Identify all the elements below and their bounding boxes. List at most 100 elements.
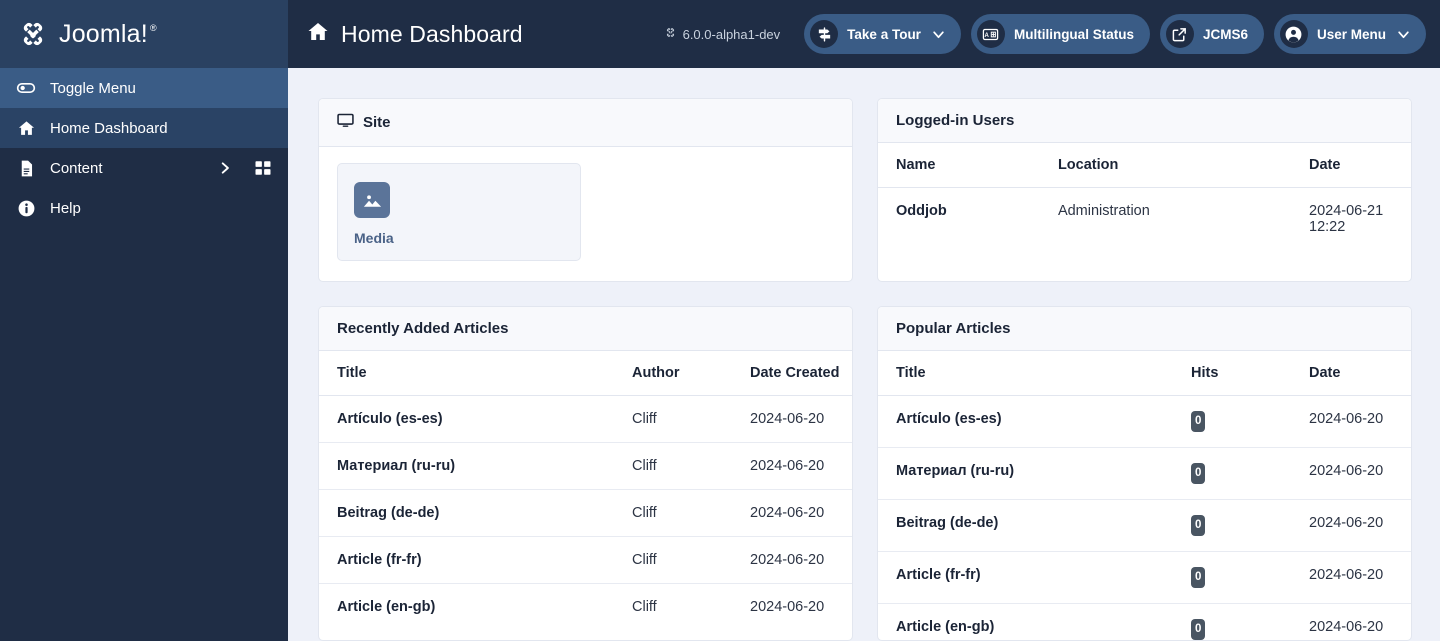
version-indicator: 6.0.0-alpha1-dev (664, 26, 781, 42)
article-author-cell: Cliff (632, 599, 657, 615)
article-title-cell: Beitrag (de-de) (878, 499, 1173, 552)
article-date-cell: 2024-06-20 (1291, 447, 1411, 500)
logged-in-users-title: Logged-in Users (896, 112, 1015, 129)
sidebar-item-label: Help (50, 199, 81, 217)
chevron-down-icon (1397, 28, 1410, 41)
table-row[interactable]: Материал (ru-ru) Cliff 2024-06-20 (319, 442, 852, 490)
sidebar-item-label: Toggle Menu (50, 79, 136, 97)
media-tile[interactable]: Media (337, 163, 581, 261)
article-title-cell: Artículo (es-es) (878, 395, 1173, 448)
info-circle-icon (16, 198, 36, 218)
table-header-row: Title Hits Date (878, 351, 1411, 396)
article-title-cell: Article (fr-fr) (319, 536, 614, 584)
user-circle-icon (1279, 20, 1308, 48)
user-menu-label: User Menu (1316, 26, 1386, 42)
hits-badge: 0 (1191, 463, 1206, 484)
version-text: 6.0.0-alpha1-dev (682, 26, 781, 42)
media-tile-label: Media (354, 230, 394, 246)
table-row[interactable]: Artículo (es-es) Cliff 2024-06-20 (319, 395, 852, 443)
top-header: Home Dashboard 6.0.0-alpha1-dev Take a T… (288, 0, 1440, 68)
article-hits-cell: 0 (1173, 604, 1291, 640)
column-header-name: Name (878, 143, 1040, 188)
main-region: Home Dashboard 6.0.0-alpha1-dev Take a T… (288, 0, 1440, 641)
column-header-hits: Hits (1173, 351, 1291, 396)
chevron-right-icon[interactable] (218, 161, 232, 175)
table-header-row: Title Author Date Created (319, 351, 852, 396)
grid-icon[interactable] (254, 159, 272, 177)
multilingual-status-label: Multilingual Status (1013, 26, 1134, 42)
hits-badge: 0 (1191, 567, 1206, 588)
table-header-row: Name Location Date (878, 143, 1411, 188)
sidebar-item-toggle-menu[interactable]: Toggle Menu (0, 68, 288, 108)
column-header-author: Author (614, 351, 732, 396)
column-header-location: Location (1039, 143, 1291, 188)
page-title-text: Home Dashboard (341, 20, 523, 47)
table-row[interactable]: Article (en-gb) Cliff 2024-06-20 (319, 584, 852, 631)
document-icon (16, 158, 36, 178)
take-a-tour-button[interactable]: Take a Tour (804, 14, 961, 54)
column-header-date: Date (1291, 143, 1411, 188)
toggle-icon (16, 78, 36, 98)
chevron-down-icon (932, 28, 945, 41)
take-a-tour-label: Take a Tour (847, 26, 921, 42)
article-date-cell: 2024-06-20 (1291, 551, 1411, 604)
article-author-cell: Cliff (614, 536, 732, 584)
dashboard-content: Site Media Logged-in Users Name Location… (288, 68, 1440, 641)
article-date-cell: 2024-06-20 (750, 599, 825, 615)
article-author-cell: Cliff (614, 395, 732, 443)
brand-trademark: ® (149, 22, 157, 33)
article-date-cell: 2024-06-20 (1309, 619, 1384, 635)
table-row[interactable]: Beitrag (de-de) Cliff 2024-06-20 (319, 489, 852, 537)
sidebar-item-label: Home Dashboard (50, 119, 168, 137)
table-row[interactable]: Article (en-gb) 0 2024-06-20 (878, 604, 1411, 640)
article-date-cell: 2024-06-20 (1291, 499, 1411, 552)
site-link-button[interactable]: JCMS6 (1159, 14, 1264, 54)
popular-articles-panel: Popular Articles Title Hits Date Artícul… (877, 306, 1412, 641)
column-header-date: Date (1291, 351, 1411, 396)
recently-added-articles-title: Recently Added Articles (337, 320, 509, 337)
brand-logo-link[interactable]: Joomla! ® (0, 0, 288, 68)
site-panel-body: Media (319, 147, 852, 281)
hits-badge: 0 (1191, 619, 1206, 640)
recently-added-articles-table: Title Author Date Created Artículo (es-e… (319, 351, 852, 630)
article-date-cell: 2024-06-20 (732, 489, 852, 537)
signpost-icon (810, 20, 839, 48)
multilingual-status-button[interactable]: A Multilingual Status (970, 14, 1150, 54)
table-row[interactable]: Article (fr-fr) Cliff 2024-06-20 (319, 536, 852, 584)
user-name-cell: Oddjob (896, 203, 947, 219)
table-row[interactable]: Beitrag (de-de) 0 2024-06-20 (878, 499, 1411, 552)
site-panel-header: Site (319, 99, 852, 147)
article-title-cell: Article (en-gb) (896, 619, 995, 635)
logged-in-users-table: Name Location Date Oddjob Administration… (878, 143, 1411, 250)
table-row[interactable]: Article (fr-fr) 0 2024-06-20 (878, 551, 1411, 604)
popular-articles-title: Popular Articles (896, 320, 1011, 337)
sidebar-item-home-dashboard[interactable]: Home Dashboard (0, 108, 288, 148)
user-menu-button[interactable]: User Menu (1273, 14, 1426, 54)
article-hits-cell: 0 (1173, 499, 1291, 552)
table-row[interactable]: Oddjob Administration 2024-06-21 12:22 (878, 188, 1411, 251)
sidebar: Joomla! ® Toggle Menu Home Dashboard Con… (0, 0, 288, 641)
site-link-label: JCMS6 (1202, 26, 1248, 42)
hits-badge: 0 (1191, 515, 1206, 536)
popular-articles-table: Title Hits Date Artículo (es-es) 0 2024-… (878, 351, 1411, 640)
table-row[interactable]: Материал (ru-ru) 0 2024-06-20 (878, 447, 1411, 500)
site-panel-title: Site (363, 114, 391, 131)
brand-name: Joomla! (59, 19, 148, 48)
translate-icon: A (976, 20, 1005, 48)
article-title-cell: Beitrag (de-de) (319, 489, 614, 537)
sidebar-item-content[interactable]: Content (0, 148, 288, 188)
image-icon (354, 182, 390, 218)
monitor-icon (337, 112, 354, 133)
article-title-cell: Материал (ru-ru) (878, 447, 1173, 500)
column-header-date-created: Date Created (732, 351, 852, 396)
svg-text:A: A (985, 32, 990, 38)
recently-added-articles-panel: Recently Added Articles Title Author Dat… (318, 306, 853, 641)
sidebar-item-help[interactable]: Help (0, 188, 288, 228)
sidebar-item-label: Content (50, 159, 103, 177)
article-title-cell: Материал (ru-ru) (319, 442, 614, 490)
article-date-cell: 2024-06-20 (732, 395, 852, 443)
external-link-icon (1165, 20, 1194, 48)
admin-app: Joomla! ® Toggle Menu Home Dashboard Con… (0, 0, 1440, 641)
article-author-cell: Cliff (614, 489, 732, 537)
table-row[interactable]: Artículo (es-es) 0 2024-06-20 (878, 395, 1411, 448)
